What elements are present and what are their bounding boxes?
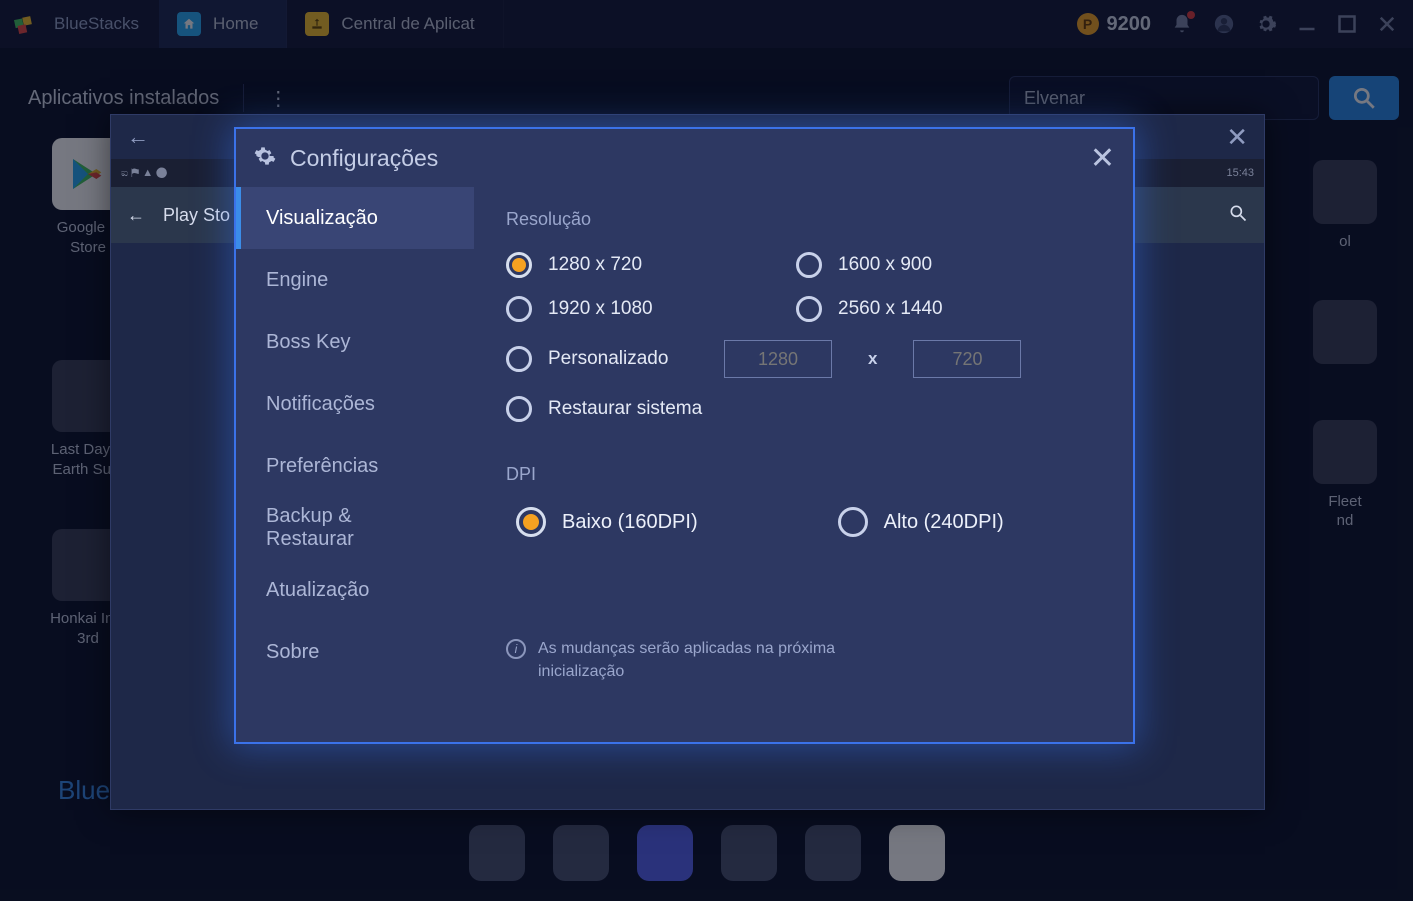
back-arrow-icon[interactable]: ← [127,205,145,226]
gear-icon [254,145,276,172]
custom-width-input[interactable] [724,340,832,378]
radio-1920x1080[interactable]: 1920 x 1080 [506,296,786,322]
radio-label: Restaurar sistema [548,398,702,420]
dimension-separator: x [850,349,895,369]
clock-label: 15:43 [1226,167,1254,179]
settings-content: Resolução 1280 x 720 1600 x 900 1920 x 1… [474,187,1133,742]
radio-restore[interactable]: Restaurar sistema [506,396,786,422]
sidebar-item-backup[interactable]: Backup & Restaurar [236,497,474,559]
radio-label: Baixo (160DPI) [562,511,698,534]
radio-1280x720[interactable]: 1280 x 720 [506,252,786,278]
radio-label: Personalizado [548,348,668,370]
dpi-section: DPI Baixo (160DPI) Alto (240DPI) [506,464,1101,537]
close-icon[interactable]: ✕ [1226,122,1248,153]
modal-close-button[interactable]: ✕ [1090,141,1115,176]
modal-title: Configurações [290,145,438,172]
info-message: i As mudanças serão aplicadas na próxima… [506,637,1101,683]
settings-sidebar: Visualização Engine Boss Key Notificaçõe… [236,187,474,742]
sidebar-item-about[interactable]: Sobre [236,621,474,683]
dpi-options: Baixo (160DPI) Alto (240DPI) [506,507,1101,537]
search-icon[interactable] [1228,203,1248,228]
radio-label: 2560 x 1440 [838,298,943,320]
sidebar-item-notifications[interactable]: Notificações [236,373,474,435]
settings-modal: Configurações ✕ Visualização Engine Boss… [234,127,1135,744]
radio-dot-icon [516,507,546,537]
radio-label: 1920 x 1080 [548,298,653,320]
radio-label: 1600 x 900 [838,254,932,276]
radio-dot-icon [506,396,532,422]
radio-label: Alto (240DPI) [884,511,1004,534]
sidebar-item-preferences[interactable]: Preferências [236,435,474,497]
radio-2560x1440[interactable]: 2560 x 1440 [796,296,1076,322]
radio-custom[interactable]: Personalizado [506,346,706,372]
custom-height-input[interactable] [913,340,1021,378]
info-text: As mudanças serão aplicadas na próxima i… [538,637,868,683]
sidebar-item-engine[interactable]: Engine [236,249,474,311]
sidebar-item-update[interactable]: Atualização [236,559,474,621]
radio-dpi-low[interactable]: Baixo (160DPI) [516,507,698,537]
resolution-heading: Resolução [506,209,1101,230]
sidebar-item-visualization[interactable]: Visualização [236,187,474,249]
back-arrow-icon[interactable]: ← [127,124,149,150]
sidebar-item-bosskey[interactable]: Boss Key [236,311,474,373]
radio-dot-icon [506,296,532,322]
radio-dot-icon [838,507,868,537]
status-icons: ಐ ⚑ ▲ ⬤ [121,167,167,180]
modal-body: Visualização Engine Boss Key Notificaçõe… [236,187,1133,742]
radio-dot-icon [506,346,532,372]
info-icon: i [506,639,526,659]
resolution-options: 1280 x 720 1600 x 900 1920 x 1080 2560 x… [506,252,1101,422]
play-store-label: Play Sto [163,205,230,226]
radio-label: 1280 x 720 [548,254,642,276]
dpi-heading: DPI [506,464,1101,485]
radio-dot-icon [796,296,822,322]
radio-1600x900[interactable]: 1600 x 900 [796,252,1076,278]
radio-dot-icon [506,252,532,278]
modal-header: Configurações ✕ [236,129,1133,187]
radio-dot-icon [796,252,822,278]
radio-dpi-high[interactable]: Alto (240DPI) [838,507,1004,537]
